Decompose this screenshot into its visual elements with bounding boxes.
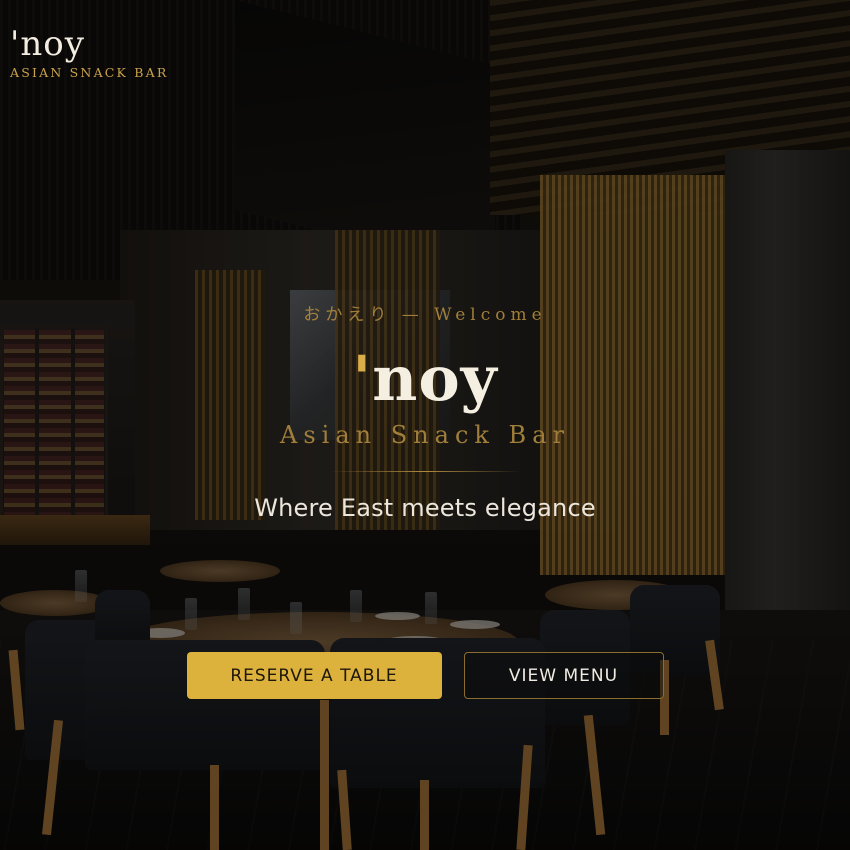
cta-row: RESERVE A TABLE VIEW MENU xyxy=(0,652,850,699)
hero-title-mark: ' xyxy=(352,342,373,415)
hero-title: 'noy xyxy=(0,339,850,419)
welcome-text: おかえり — Welcome xyxy=(303,305,547,325)
brand-tagline: ASIAN SNACK BAR xyxy=(10,65,169,80)
hero-section: おかえり — Welcome 'noy Asian Snack Bar Wher… xyxy=(0,300,850,522)
brand-logo[interactable]: 'noy ASIAN SNACK BAR xyxy=(10,25,169,80)
brand-name: 'noy xyxy=(10,24,85,64)
hero-tagline: Where East meets elegance xyxy=(254,494,596,522)
hero-subtitle: Asian Snack Bar xyxy=(280,421,570,449)
divider xyxy=(330,471,520,472)
reserve-table-button[interactable]: RESERVE A TABLE xyxy=(186,652,442,699)
view-menu-button[interactable]: VIEW MENU xyxy=(463,652,664,699)
hero-title-text: noy xyxy=(372,342,498,415)
